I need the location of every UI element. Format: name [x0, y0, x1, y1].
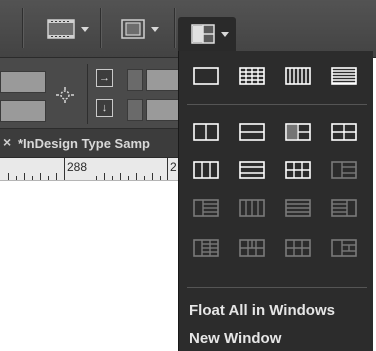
control-field[interactable]: [146, 69, 180, 91]
document-tab-title: *InDesign Type Samp: [18, 136, 150, 151]
arrange-documents-menu: Float All in Windows New Window: [178, 51, 373, 351]
menu-separator: [187, 104, 367, 105]
ruler-tick: [144, 176, 145, 180]
two-up-horizontal-icon[interactable]: [239, 122, 265, 142]
ruler-tick: [104, 173, 105, 180]
arrow-down-icon[interactable]: ↓: [96, 99, 113, 117]
two-up-vertical-icon[interactable]: [193, 122, 219, 142]
four-up-right-icon[interactable]: [331, 198, 357, 218]
chevron-down-icon: [221, 31, 229, 37]
document-tab[interactable]: × *InDesign Type Samp: [0, 129, 178, 158]
vertical-columns-icon[interactable]: [285, 66, 311, 86]
horizontal-ruler: 288 2: [0, 158, 178, 181]
control-panel: → ↓: [0, 58, 180, 129]
control-separator: [87, 64, 88, 124]
view-options-button[interactable]: [46, 16, 89, 42]
chevron-down-icon: [151, 26, 159, 32]
ruler-tick: [152, 173, 153, 180]
toolbar-separator: [100, 8, 101, 48]
six-up-right-icon[interactable]: [331, 238, 357, 258]
arrow-right-icon[interactable]: →: [96, 69, 113, 87]
stepper-control[interactable]: [127, 69, 143, 91]
ruler-tick: [160, 176, 161, 180]
close-tab-icon[interactable]: ×: [3, 134, 11, 150]
ruler-tick: [8, 173, 9, 180]
grid-table-icon[interactable]: [239, 66, 265, 86]
ruler-tick: [167, 158, 168, 180]
single-pane-icon[interactable]: [193, 66, 219, 86]
ruler-tick: [128, 176, 129, 180]
four-up-grid-icon[interactable]: [331, 122, 357, 142]
stepper-control[interactable]: [127, 99, 143, 121]
ruler-tick: [48, 176, 49, 180]
menu-separator: [187, 287, 367, 288]
screen-mode-button[interactable]: [120, 16, 159, 42]
three-up-horizontal-icon[interactable]: [239, 160, 265, 180]
view-options-icon: [46, 18, 76, 40]
chevron-down-icon: [81, 26, 89, 32]
arrange-documents-button[interactable]: [178, 17, 236, 51]
three-up-vertical-icon[interactable]: [193, 160, 219, 180]
five-up-left-icon[interactable]: [193, 238, 219, 258]
float-all-in-windows-item[interactable]: Float All in Windows: [189, 302, 335, 319]
ruler-tick: [96, 176, 97, 180]
ruler-label: 288: [67, 160, 88, 174]
four-up-left-icon[interactable]: [193, 198, 219, 218]
ruler-label: 2: [170, 160, 177, 174]
ruler-tick: [16, 176, 17, 180]
application-bar: [0, 0, 376, 58]
ruler-tick: [112, 176, 113, 180]
horizontal-rows-icon[interactable]: [331, 66, 357, 86]
toolbar-separator: [22, 8, 23, 48]
three-up-left-icon[interactable]: [331, 160, 357, 180]
new-window-item[interactable]: New Window: [189, 330, 281, 347]
ruler-tick: [120, 173, 121, 180]
two-up-left-main-icon[interactable]: [285, 122, 311, 142]
ruler-tick: [136, 173, 137, 180]
control-field[interactable]: [146, 99, 180, 121]
five-up-grid-icon[interactable]: [239, 238, 265, 258]
ruler-tick: [40, 173, 41, 180]
arrange-documents-icon: [190, 23, 216, 45]
ruler-tick: [56, 173, 57, 180]
ruler-tick: [24, 173, 25, 180]
toolbar-separator: [174, 8, 175, 48]
control-field[interactable]: [0, 71, 46, 93]
proxy-reference-icon[interactable]: [54, 86, 76, 109]
screen-mode-icon: [120, 18, 146, 40]
ruler-tick: [32, 176, 33, 180]
four-up-vertical-icon[interactable]: [239, 198, 265, 218]
six-up-grid-icon[interactable]: [285, 238, 311, 258]
ruler-tick: [64, 158, 65, 180]
control-field[interactable]: [0, 100, 46, 122]
three-up-grid-icon[interactable]: [285, 160, 311, 180]
four-up-horizontal-icon[interactable]: [285, 198, 311, 218]
